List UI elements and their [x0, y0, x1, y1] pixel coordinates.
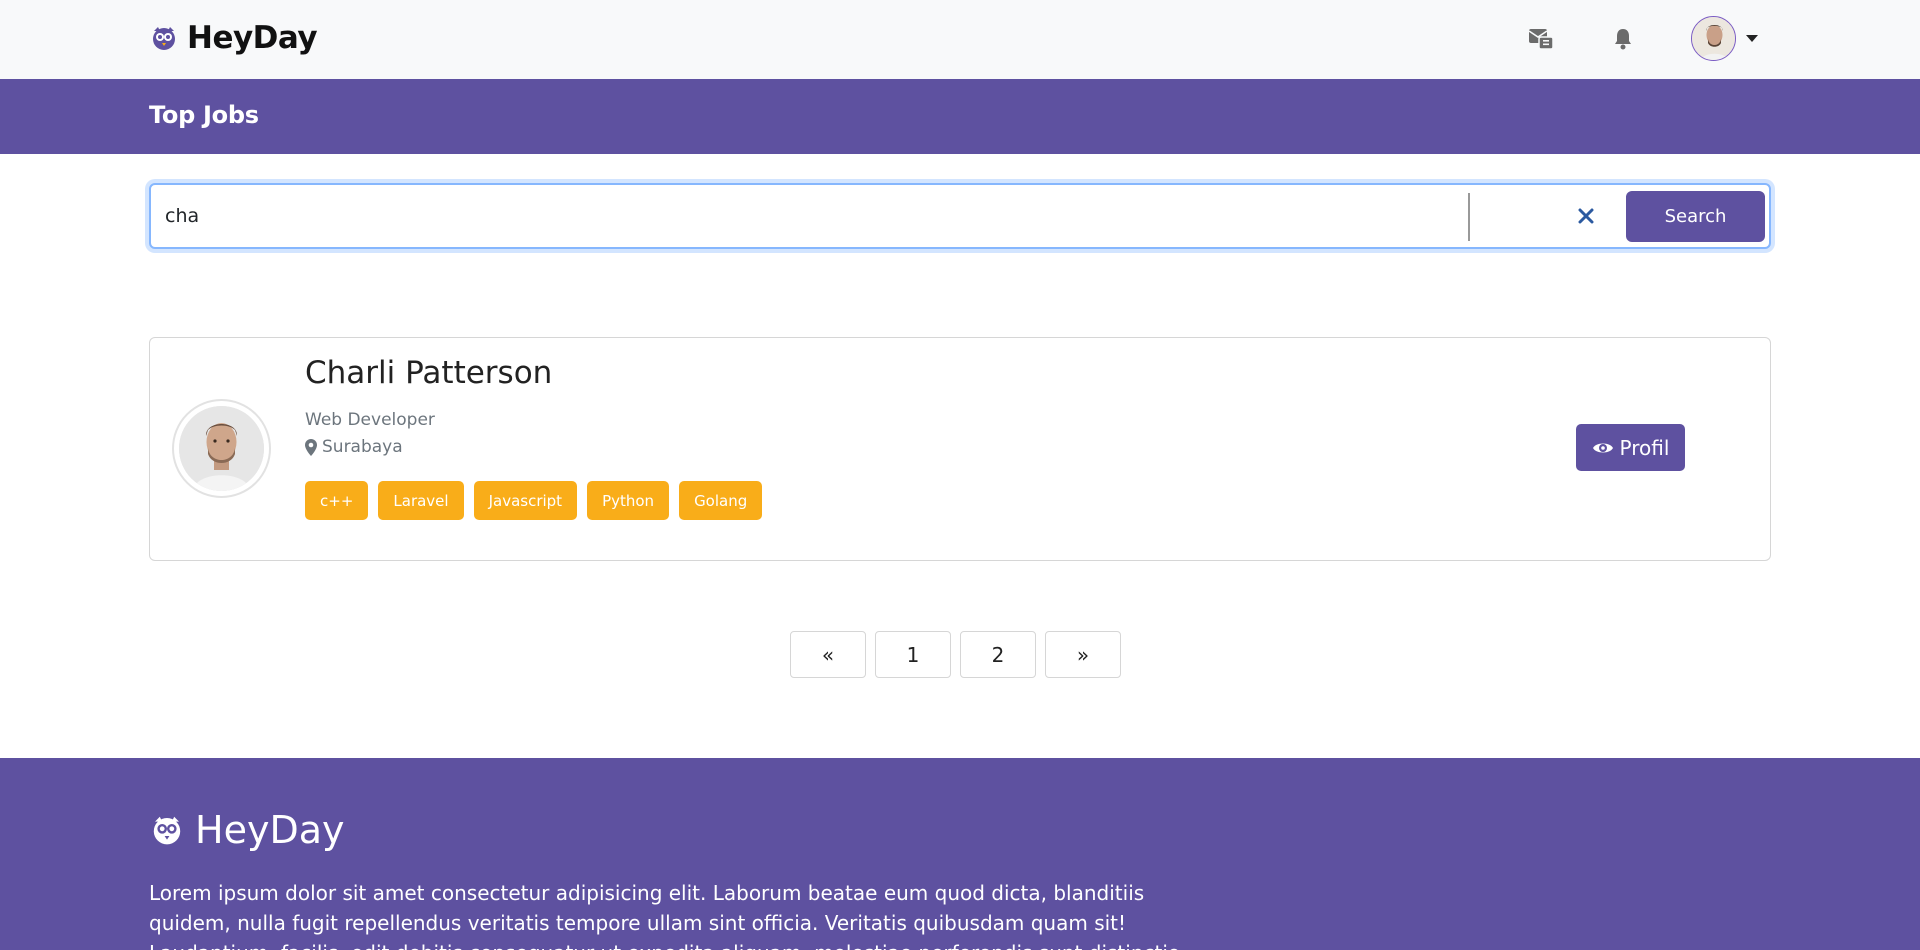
brand-name: HeyDay: [187, 20, 318, 56]
page-title: Top Jobs: [149, 101, 259, 129]
footer-brand[interactable]: HeyDay: [149, 808, 344, 852]
skill-tag: c++: [305, 481, 369, 520]
messages-icon[interactable]: [1527, 26, 1555, 52]
pagination: « 1 2 »: [790, 631, 1121, 678]
footer-brand-name: HeyDay: [195, 808, 345, 852]
page-header: Top Jobs: [0, 79, 1920, 154]
skill-tag: Javascript: [473, 481, 578, 520]
search-button[interactable]: Search: [1626, 191, 1765, 242]
map-pin-icon: [305, 438, 317, 456]
top-navbar: HeyDay: [0, 0, 1920, 79]
pagination-page-2[interactable]: 2: [960, 631, 1036, 678]
user-avatar[interactable]: [1691, 16, 1736, 61]
candidate-photo: [179, 406, 264, 491]
footer-description: Lorem ipsum dolor sit amet consectetur a…: [149, 881, 1180, 950]
result-card: Charli Patterson Web Developer Surabaya …: [149, 337, 1771, 561]
skill-tag: Laravel: [378, 481, 464, 520]
view-profile-label: Profil: [1619, 435, 1670, 460]
skill-tag: Golang: [679, 481, 763, 520]
search-input[interactable]: [165, 197, 1455, 235]
search-divider: [1468, 193, 1470, 241]
search-bar: Search: [149, 183, 1771, 249]
brand-logo[interactable]: HeyDay: [149, 20, 318, 56]
caret-down-icon[interactable]: [1746, 35, 1758, 42]
owl-logo-icon: [153, 27, 175, 50]
view-profile-button[interactable]: Profil: [1576, 424, 1685, 471]
pagination-next[interactable]: »: [1045, 631, 1121, 678]
bell-icon[interactable]: [1609, 26, 1637, 52]
pagination-prev[interactable]: «: [790, 631, 866, 678]
location-label: Surabaya: [322, 437, 403, 457]
close-icon[interactable]: [1573, 203, 1599, 229]
skill-tags: c++ Laravel Javascript Python Golang: [305, 481, 763, 520]
candidate-avatar: [172, 399, 271, 498]
candidate-location: Surabaya: [305, 437, 403, 457]
candidate-role: Web Developer: [305, 410, 435, 430]
owl-logo-icon: [153, 816, 181, 845]
footer: HeyDay Lorem ipsum dolor sit amet consec…: [0, 758, 1920, 950]
eye-icon: [1592, 443, 1613, 452]
pagination-page-1[interactable]: 1: [875, 631, 951, 678]
candidate-name: Charli Patterson: [305, 355, 553, 391]
skill-tag: Python: [587, 481, 670, 520]
